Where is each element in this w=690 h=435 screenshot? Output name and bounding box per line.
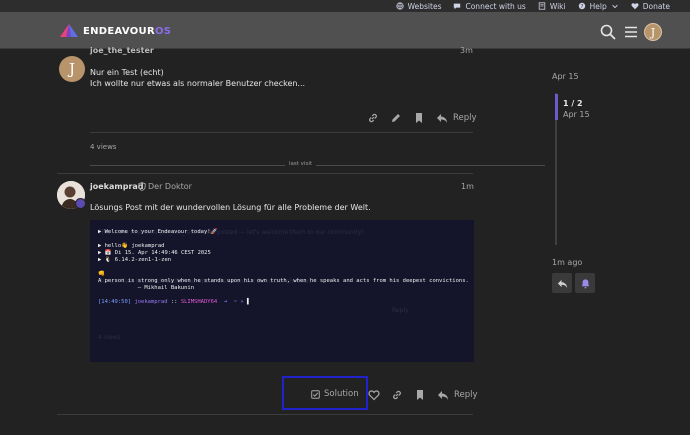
like-heart-icon[interactable] — [368, 389, 380, 401]
timeline-handle[interactable] — [555, 94, 558, 120]
websites-link[interactable]: Websites — [396, 1, 442, 11]
ghost-reply-text: Reply — [392, 307, 409, 314]
reply-arrow-icon — [438, 391, 448, 400]
site-header: ENDEAVOUROS J — [0, 12, 690, 49]
bookmark-icon[interactable] — [414, 389, 426, 401]
bookmark-icon[interactable] — [413, 112, 425, 124]
top-navigation-bar: Websites Connect with us Wiki ? Help Don… — [0, 0, 690, 12]
svg-text:?: ? — [580, 4, 583, 10]
post2-bottom-divider — [57, 414, 473, 415]
wiki-label: Wiki — [549, 1, 566, 11]
post1-divider — [90, 132, 473, 133]
reply-arrow-icon — [437, 114, 447, 123]
reply-arrow-icon — [557, 279, 567, 288]
post2-reply-label: Reply — [454, 390, 478, 400]
terminal-line-fist: 👊 — [98, 271, 105, 277]
help-link[interactable]: ? Help — [578, 2, 619, 11]
post1-line2: Ich wollte nur etwas als normaler Benutz… — [90, 79, 306, 88]
terminal-line-quote: A person is strong only when he stands u… — [98, 278, 469, 284]
bell-icon — [581, 278, 589, 289]
post1-avatar[interactable]: J — [59, 56, 85, 82]
donate-link[interactable]: Donate — [631, 2, 670, 11]
terminal-line-hello: ▶ hello👋 joekamprad — [98, 243, 165, 249]
terminal-screenshot[interactable]: This is the first time joe_the_tester ha… — [90, 220, 474, 362]
post2-time[interactable]: 1m — [461, 182, 474, 191]
timeline-top-date[interactable]: Apr 15 — [552, 72, 579, 81]
last-visit-label: last visit — [285, 161, 317, 167]
post2-user-title: Der Doktor — [148, 182, 192, 191]
link-icon[interactable] — [367, 112, 379, 124]
current-user-avatar[interactable]: J — [644, 23, 662, 41]
solution-button[interactable]: Solution — [311, 389, 359, 399]
hamburger-menu-icon[interactable] — [623, 24, 639, 40]
post2-top-divider — [57, 173, 473, 174]
help-icon: ? — [578, 2, 585, 10]
post1-actions: Reply — [367, 112, 477, 124]
chevron-down-icon — [611, 4, 618, 9]
terminal-line-kernel: ▶ 🐧 6.14.2-zen1-1-zen — [98, 257, 172, 263]
donate-label: Donate — [642, 1, 670, 11]
post2-actions: Reply — [368, 389, 478, 401]
ghost-views-text: 4 views — [98, 334, 121, 341]
link-icon[interactable] — [391, 389, 403, 401]
post1-reply-button[interactable]: Reply — [436, 112, 477, 124]
timeline-counter: 1 / 2 — [563, 99, 583, 108]
edit-pencil-icon[interactable] — [390, 112, 402, 124]
globe-icon — [396, 2, 404, 10]
book-icon — [538, 2, 546, 10]
search-icon[interactable] — [600, 24, 616, 40]
checkbox-icon — [311, 389, 320, 399]
post1-line1: Nur ein Test (echt) — [90, 68, 164, 77]
connect-link[interactable]: Connect with us — [453, 1, 526, 11]
help-label: Help — [589, 1, 607, 11]
post1-reply-label: Reply — [453, 113, 477, 123]
timeline-bottom-label[interactable]: 1m ago — [552, 258, 582, 267]
terminal-prompt: [14:49:50] joekamprad :: SLIMSHADY64 ➜ ~… — [98, 299, 251, 305]
post1-views: 4 views — [90, 143, 117, 151]
post2-username[interactable]: joekamprad — [90, 182, 144, 191]
last-visit-line — [90, 165, 545, 166]
connect-label: Connect with us — [465, 1, 526, 11]
websites-label: Websites — [407, 1, 442, 11]
timeline-reply-button[interactable] — [552, 273, 572, 293]
post2-reply-button[interactable]: Reply — [437, 389, 478, 401]
site-logo[interactable]: ENDEAVOUROS — [57, 23, 171, 39]
moderator-badge-icon — [75, 198, 86, 209]
terminal-line-welcome: ▶ Welcome to your Endeavour today!🚀 — [98, 229, 218, 235]
timeline-counter-date: Apr 15 — [563, 110, 590, 119]
heart-icon — [631, 3, 639, 10]
wiki-link[interactable]: Wiki — [538, 2, 566, 11]
chat-icon — [454, 3, 461, 10]
post2-body: Lösungs Post mit der wundervollen Lösung… — [90, 203, 371, 212]
solution-label: Solution — [324, 389, 359, 399]
endeavour-logo-icon — [60, 24, 78, 37]
shield-icon — [138, 182, 146, 191]
terminal-line-date: ▶ 📅 Di 15. Apr 14:49:46 CEST 2025 — [98, 250, 211, 256]
post1-time[interactable]: 3m — [460, 46, 473, 55]
timeline-notification-button[interactable] — [575, 273, 595, 293]
terminal-line-author: — Mikhail Bakunin — [98, 285, 195, 291]
post1-username[interactable]: joe_the_tester — [90, 46, 154, 55]
logo-text: ENDEAVOUROS — [83, 25, 172, 37]
